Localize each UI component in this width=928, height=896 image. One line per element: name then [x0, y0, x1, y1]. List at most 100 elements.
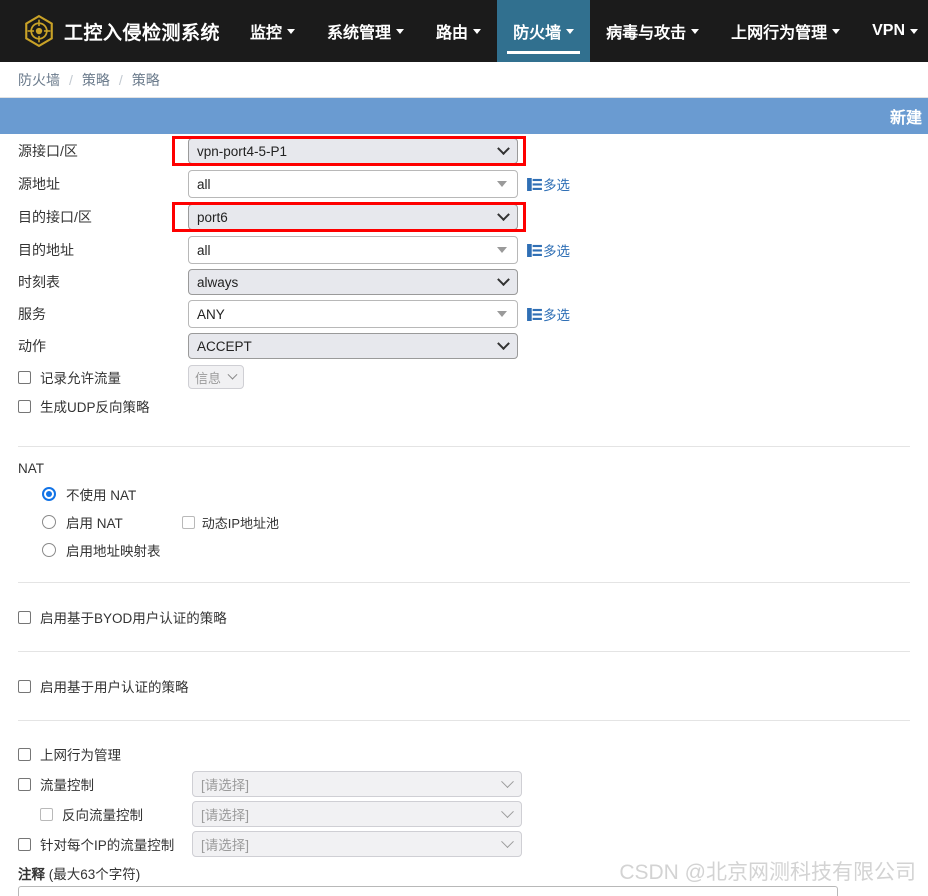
breadcrumb-item-policy-current: 策略: [131, 71, 160, 88]
form-row-internet-behavior[interactable]: 上网行为管理: [0, 739, 928, 769]
per-ip-traffic-control-checkbox[interactable]: [18, 837, 31, 851]
nat-section-title: NAT: [18, 461, 44, 476]
udp-reverse-label: 生成UDP反向策略: [40, 400, 150, 415]
per-ip-traffic-control-label: 针对每个IP的流量控制: [40, 838, 175, 853]
chevron-down-icon: [566, 28, 575, 34]
nat-radio-address-map[interactable]: [42, 543, 56, 557]
chevron-down-icon: [501, 774, 514, 788]
field-label: 源接口/区: [18, 143, 78, 159]
multiselect-list-icon: [527, 307, 542, 321]
dest-address-multiselect-link[interactable]: 多选: [527, 240, 570, 260]
select-value: [请选择]: [201, 838, 250, 853]
chevron-down-icon: [396, 28, 405, 34]
traffic-control-label: 流量控制: [40, 778, 94, 793]
dynamic-ip-pool-group[interactable]: 动态IP地址池: [175, 513, 279, 532]
log-allow-checkbox-group[interactable]: 记录允许流量: [18, 367, 188, 387]
chevron-down-icon: [497, 272, 510, 286]
reverse-traffic-control-checkbox[interactable]: [40, 807, 53, 821]
form-row-log-allow: 记录允许流量 信息: [0, 362, 928, 392]
chevron-down-icon: [691, 28, 700, 34]
nav-item-system-management[interactable]: 系统管理: [311, 0, 420, 62]
nat-option-label: 启用地址映射表: [66, 544, 161, 559]
triangle-down-icon: [497, 311, 507, 317]
field-label: 目的地址: [18, 242, 74, 258]
user-auth-checkbox[interactable]: [18, 679, 31, 693]
nav-item-label: 路由: [436, 25, 469, 42]
internet-behavior-checkbox[interactable]: [18, 747, 31, 761]
reverse-traffic-control-select[interactable]: [请选择]: [192, 801, 522, 827]
select-value: [请选择]: [201, 778, 250, 793]
multiselect-label: 多选: [543, 244, 570, 259]
log-level-select[interactable]: 信息: [188, 365, 244, 389]
dynamic-ip-pool-checkbox[interactable]: [181, 515, 195, 529]
nav-item-label: VPN: [872, 22, 906, 39]
breadcrumb-item-policy[interactable]: 策略: [82, 70, 110, 90]
nat-radio-enable-nat[interactable]: [42, 515, 56, 529]
form-row-user-auth[interactable]: 启用基于用户认证的策略: [0, 672, 928, 700]
nat-radio-no-nat[interactable]: [42, 487, 56, 501]
nav-item-label: 监控: [250, 25, 283, 42]
note-textarea[interactable]: [18, 886, 838, 896]
field-label: 目的接口/区: [18, 209, 92, 225]
dest-address-combobox[interactable]: all: [188, 236, 518, 264]
breadcrumb-separator: /: [69, 71, 73, 88]
form-row-dest-address: 目的地址 all 多选: [0, 234, 928, 266]
note-field-label: 注释 (最大63个字符): [0, 859, 928, 886]
nat-option-no-nat[interactable]: 不使用 NAT: [0, 480, 928, 508]
panel-header: 新建: [0, 98, 928, 134]
breadcrumb-item-firewall[interactable]: 防火墙: [18, 70, 60, 90]
breadcrumb: 防火墙 / 策略 / 策略: [0, 62, 928, 98]
form-row-byod-auth[interactable]: 启用基于BYOD用户认证的策略: [0, 603, 928, 631]
traffic-control-checkbox[interactable]: [18, 777, 31, 791]
form-row-schedule: 时刻表 always: [0, 266, 928, 298]
triangle-down-icon: [497, 247, 507, 253]
nav-item-firewall[interactable]: 防火墙: [497, 0, 591, 62]
nav-item-internet-behavior[interactable]: 上网行为管理: [715, 0, 856, 62]
multiselect-label: 多选: [543, 178, 570, 193]
per-ip-traffic-control-select[interactable]: [请选择]: [192, 831, 522, 857]
log-allow-checkbox[interactable]: [18, 370, 31, 384]
traffic-control-select[interactable]: [请选择]: [192, 771, 522, 797]
nav-item-virus-attack[interactable]: 病毒与攻击: [590, 0, 715, 62]
select-value: port6: [197, 209, 228, 225]
dest-interface-select[interactable]: port6: [188, 204, 518, 230]
nav-item-routing[interactable]: 路由: [420, 0, 497, 62]
service-combobox[interactable]: ANY: [188, 300, 518, 328]
nat-option-enable-nat[interactable]: 启用 NAT 动态IP地址池: [0, 508, 928, 536]
service-multiselect-link[interactable]: 多选: [527, 304, 570, 324]
nav-item-monitor[interactable]: 监控: [234, 0, 311, 62]
chevron-down-icon: [501, 834, 514, 848]
form-row-udp-reverse[interactable]: 生成UDP反向策略: [0, 392, 928, 420]
byod-auth-checkbox[interactable]: [18, 610, 31, 624]
policy-form: 源接口/区 vpn-port4-5-P1 源地址 all 多选 目的接口/区 p…: [0, 134, 928, 896]
form-row-reverse-traffic-control: 反向流量控制 [请选择]: [0, 799, 928, 829]
chevron-down-icon: [832, 28, 841, 34]
reverse-traffic-control-label: 反向流量控制: [62, 808, 143, 823]
multiselect-label: 多选: [543, 308, 570, 323]
form-row-service: 服务 ANY 多选: [0, 298, 928, 330]
nav-item-vpn[interactable]: VPN: [856, 0, 928, 62]
brand-logo-area[interactable]: 工控入侵检测系统: [0, 0, 234, 62]
form-row-dest-interface: 目的接口/区 port6: [0, 200, 928, 234]
select-value: 信息: [195, 370, 222, 386]
schedule-select[interactable]: always: [188, 269, 518, 295]
chevron-down-icon: [497, 207, 510, 221]
action-select[interactable]: ACCEPT: [188, 333, 518, 359]
source-address-multiselect-link[interactable]: 多选: [527, 174, 570, 194]
chevron-down-icon: [497, 141, 510, 155]
source-interface-select[interactable]: vpn-port4-5-P1: [188, 138, 518, 164]
select-value: always: [197, 274, 239, 290]
combobox-value: all: [197, 242, 211, 258]
udp-reverse-checkbox[interactable]: [18, 399, 31, 413]
source-address-combobox[interactable]: all: [188, 170, 518, 198]
nat-option-address-map[interactable]: 启用地址映射表: [0, 536, 928, 564]
log-allow-label: 记录允许流量: [40, 371, 121, 386]
combobox-value: ANY: [197, 306, 225, 322]
panel-header-title: 新建: [889, 110, 922, 127]
chevron-down-icon: [227, 369, 238, 380]
chevron-down-icon: [473, 28, 482, 34]
select-value: ACCEPT: [197, 338, 252, 354]
note-label-text: 注释: [18, 867, 45, 882]
nav-item-label: 病毒与攻击: [606, 25, 687, 42]
field-label: 时刻表: [18, 274, 60, 290]
